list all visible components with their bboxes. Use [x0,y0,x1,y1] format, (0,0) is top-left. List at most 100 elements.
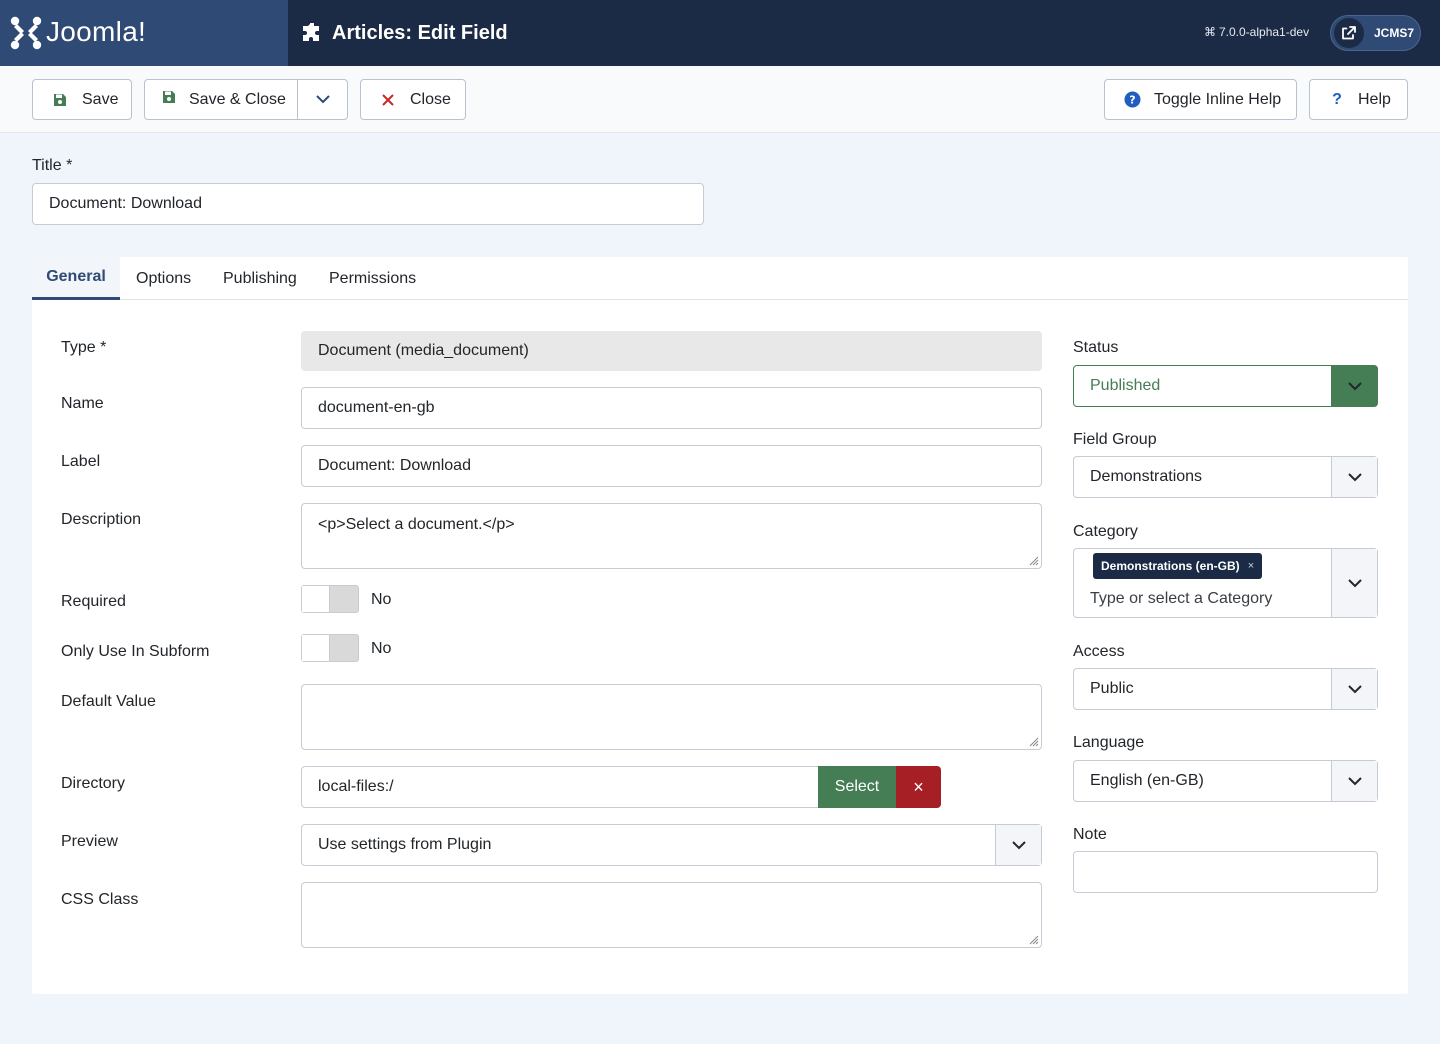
directory-clear-button[interactable]: × [896,766,941,808]
description-textarea[interactable]: <p>Select a document.</p> [301,503,1042,569]
version-badge: ⌘ 7.0.0-alpha1-dev [1204,25,1309,39]
language-select[interactable]: English (en-GB) [1073,760,1378,802]
chevron-down-icon [1331,669,1377,709]
description-label: Description [61,511,142,528]
category-multiselect[interactable]: Demonstrations (en-GB) × Type or select … [1073,548,1378,618]
tab-general[interactable]: General [32,257,120,300]
name-input[interactable]: document-en-gb [301,387,1042,429]
close-button[interactable]: Close [360,79,466,120]
chevron-down-icon[interactable] [1331,549,1377,617]
toggle-knob [302,586,330,612]
preview-value: Use settings from Plugin [318,836,492,853]
svg-text:?: ? [1129,94,1135,107]
toggle-inline-help-button[interactable]: ? Toggle Inline Help [1104,79,1297,120]
note-input[interactable] [1073,851,1378,893]
version-text: 7.0.0-alpha1-dev [1219,25,1310,39]
required-toggle[interactable] [301,585,359,613]
chevron-down-icon [1331,761,1377,801]
save-options-dropdown-button[interactable] [298,80,347,119]
question-circle-icon: ? [1123,91,1141,108]
floppy-disk-icon [51,93,69,107]
preview-select[interactable]: Use settings from Plugin [301,824,1042,866]
resize-handle-icon[interactable] [1029,556,1039,566]
external-link-icon [1334,18,1364,48]
joomla-small-icon: ⌘ [1204,25,1216,39]
close-icon [379,93,397,106]
required-label: Required [61,593,126,610]
type-field: Document (media_document) [301,331,1042,371]
resize-handle-icon[interactable] [1029,935,1039,945]
floppy-disk-icon [162,90,176,109]
brand-area[interactable]: Joomla! [0,0,288,66]
tab-permissions[interactable]: Permissions [329,257,416,300]
save-label: Save [82,90,119,108]
save-close-label: Save & Close [189,90,286,108]
save-close-split-button: Save & Close [144,79,348,120]
field-group-value: Demonstrations [1090,468,1203,485]
chevron-down-icon [995,825,1041,865]
label-input[interactable]: Document: Download [301,445,1042,487]
directory-select-button[interactable]: Select [818,766,896,808]
status-label: Status [1073,339,1119,356]
css-class-label: CSS Class [61,891,139,908]
save-close-button[interactable]: Save & Close [145,80,299,119]
brand-wordmark: Joomla! [46,16,147,47]
page-title: Articles: Edit Field [332,21,508,44]
subform-value: No [371,640,392,657]
tab-bar: General Options Publishing Permissions [32,257,1408,300]
default-value-textarea[interactable] [301,684,1042,750]
tab-options[interactable]: Options [136,257,191,300]
title-label: Title * [32,157,73,174]
title-value: Document: Download [49,195,202,212]
close-icon: × [913,776,924,797]
chip-remove-icon[interactable]: × [1248,560,1254,572]
type-value: Document (media_document) [318,342,529,359]
subform-toggle[interactable] [301,634,359,662]
default-value-label: Default Value [61,693,156,710]
directory-label: Directory [61,775,126,792]
name-value: document-en-gb [318,399,435,416]
resize-handle-icon[interactable] [1029,737,1039,747]
app-header: Joomla! Articles: Edit Field ⌘ 7.0.0-alp… [0,0,1440,66]
toolbar: Save Save & Close Close ? Toggle Inline … [0,66,1440,133]
status-value: Published [1090,377,1161,394]
label-label: Label [61,453,101,470]
category-chip: Demonstrations (en-GB) × [1093,553,1263,579]
language-label: Language [1073,734,1145,751]
chevron-down-icon [1331,457,1377,497]
note-label: Note [1073,826,1107,843]
tab-publishing[interactable]: Publishing [223,257,297,300]
category-chip-label: Demonstrations (en-GB) [1101,559,1240,573]
access-value: Public [1090,680,1134,697]
question-icon: ? [1332,90,1342,108]
chevron-down-icon [315,95,330,104]
subform-label: Only Use In Subform [61,643,210,660]
category-search-input[interactable]: Type or select a Category [1090,590,1272,608]
save-button[interactable]: Save [32,79,132,120]
help-button[interactable]: ? Help [1309,79,1408,120]
access-label: Access [1073,643,1125,660]
site-name: JCMS7 [1374,26,1415,40]
joomla-logo-icon [10,16,42,50]
status-select[interactable]: Published [1073,365,1378,407]
close-label: Close [410,90,451,108]
field-group-label: Field Group [1073,431,1157,448]
description-value: <p>Select a document.</p> [318,516,515,533]
directory-value: local-files:/ [318,778,394,795]
view-site-button[interactable]: JCMS7 [1330,15,1421,51]
toggle-knob [302,635,330,661]
required-value: No [371,591,392,608]
preview-label: Preview [61,833,118,850]
toggle-help-label: Toggle Inline Help [1154,90,1282,108]
title-input[interactable]: Document: Download [32,183,704,225]
help-label: Help [1358,90,1391,108]
field-group-select[interactable]: Demonstrations [1073,456,1378,498]
puzzle-icon [303,23,319,41]
category-label: Category [1073,523,1138,540]
page-title-area: Articles: Edit Field [302,20,508,46]
css-class-textarea[interactable] [301,882,1042,948]
access-select[interactable]: Public [1073,668,1378,710]
type-label: Type * [61,339,107,356]
chevron-down-icon [1331,366,1377,406]
directory-input[interactable]: local-files:/ [301,766,819,808]
